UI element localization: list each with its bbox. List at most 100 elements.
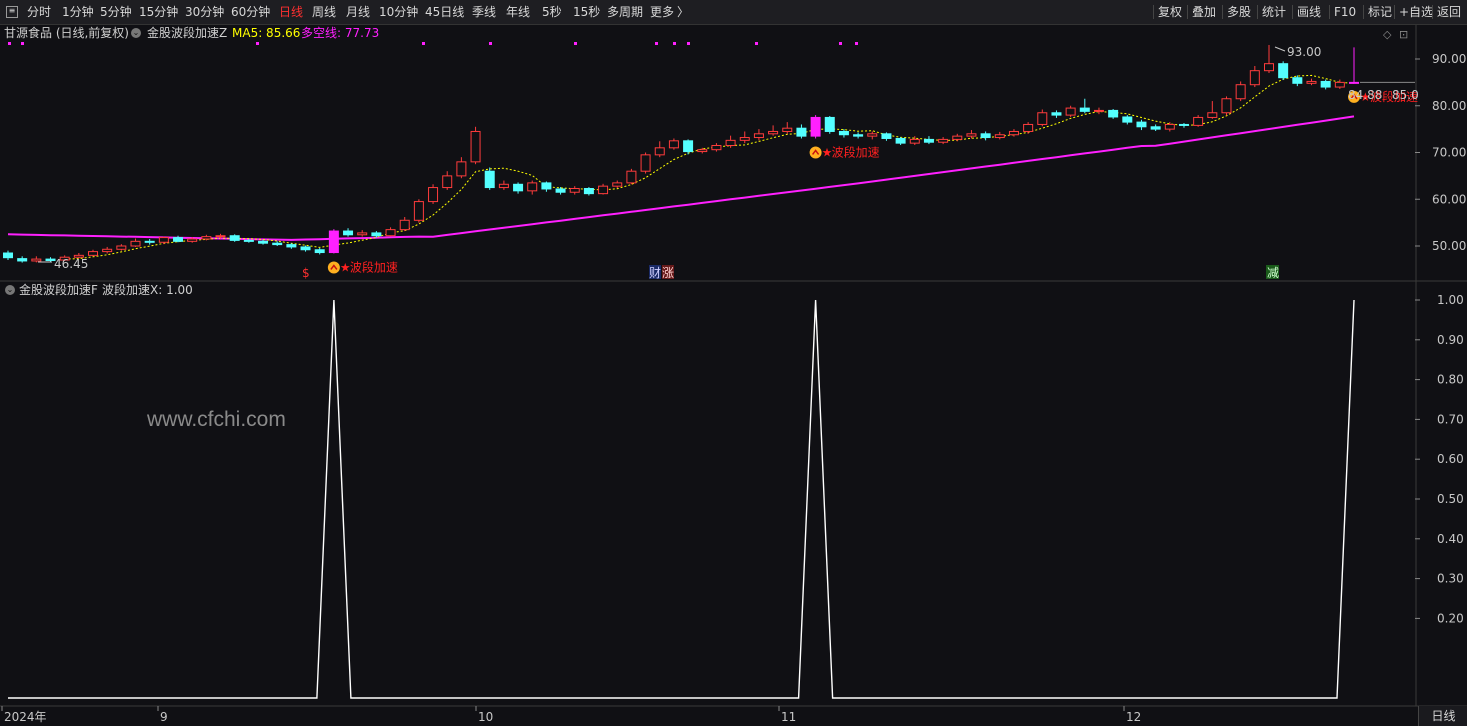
candle-body [413,201,424,221]
period-tab-6[interactable]: 日线 [279,0,303,24]
candle[interactable] [640,152,651,174]
ma5-value: MA5: 85.66 [232,26,301,40]
candle[interactable] [1235,81,1246,102]
candle-body [867,133,878,137]
signal-dot [256,42,259,45]
diamond-icon[interactable]: ◇ [1383,28,1391,41]
period-tab-13[interactable]: 5秒 [542,0,562,24]
toolbar-button-3[interactable]: 统计 [1262,0,1286,24]
osc-tick-label: 1.00 [1437,293,1464,307]
window-icon[interactable]: ⊡ [1399,28,1408,41]
candle-body [1263,63,1274,72]
candle-body [980,133,991,139]
candle[interactable] [810,115,821,139]
event-jian-badge[interactable]: 减 [1267,266,1279,280]
period-tab-12[interactable]: 年线 [506,0,530,24]
toolbar-button-2[interactable]: 多股 [1227,0,1251,24]
candle-body [243,239,254,242]
candle-body [1207,112,1218,118]
candle[interactable] [229,234,240,242]
osc-tick-label: 0.80 [1437,373,1464,387]
candle-body [498,183,509,189]
candle-body [1235,84,1246,100]
candle-body [158,237,169,243]
menu-icon[interactable]: ≡ [6,6,18,18]
candle[interactable] [484,167,495,190]
toolbar-divider [1222,5,1223,19]
period-tab-11[interactable]: 季线 [472,0,496,24]
main-indicator-name[interactable]: 金股波段加速Z [147,24,227,42]
candle-body [1122,116,1133,123]
candle-body [1136,121,1147,128]
period-tab-10[interactable]: 45日线 [425,0,464,24]
toolbar-button-8[interactable]: 返回 [1437,0,1461,24]
signal-dot [839,42,842,45]
main-info-bar: 甘源食品 (日线,前复权) ⌄ 金股波段加速Z MA5: 85.66 多空线: … [4,24,380,42]
signal-dot [574,42,577,45]
candle[interactable] [428,184,439,204]
stock-title[interactable]: 甘源食品 (日线,前复权) [4,24,129,42]
candle-body [102,248,113,253]
candle-body [484,170,495,189]
candle-body [272,242,283,246]
candle-body [1193,116,1204,126]
toolbar-divider [1292,5,1293,19]
candle[interactable] [413,199,424,223]
candle-body [1108,109,1119,118]
period-toolbar: ≡ 分时 1分钟 5分钟 15分钟 30分钟 60分钟 日线 周线 月线 10分钟 45日线 季线 年线 5… [0,0,1467,25]
osc-tick-label: 0.40 [1437,532,1464,546]
toolbar-button-7[interactable]: +自选 [1399,0,1433,24]
toolbar-divider [1363,5,1364,19]
period-label[interactable]: 日线 [1418,706,1467,726]
more-arrow-icon[interactable]: 〉 [677,0,689,24]
event-zhang-badge[interactable]: 涨 [662,265,674,280]
candle-body [442,175,453,189]
candle-body [881,133,892,139]
period-tab-1[interactable]: 1分钟 [62,0,94,24]
toolbar-button-6[interactable]: 标记 [1368,0,1392,24]
signal-dot [21,42,24,45]
period-tab-7[interactable]: 周线 [312,0,336,24]
candle-body [456,161,467,177]
period-tab-14[interactable]: 15秒 [573,0,600,24]
date-tick-label: 2024年 [4,710,47,724]
candle[interactable] [470,126,481,165]
candle-body [470,130,481,163]
event-dollar-badge[interactable]: $ [302,266,310,280]
candle[interactable] [328,229,339,254]
candle[interactable] [1221,96,1232,116]
event-cai-badge[interactable]: 财 [649,266,661,280]
sub-indicator-name[interactable]: 金股波段加速F [19,281,98,299]
candle[interactable] [1108,109,1119,119]
candle[interactable] [626,168,637,185]
toolbar-button-5[interactable]: F10 [1334,0,1356,24]
period-tab-16[interactable]: 更多 [650,0,674,24]
low-price-label: 46.45 [54,257,88,271]
candle-body [654,147,665,156]
candle-body [527,182,538,192]
period-tab-0[interactable]: 分时 [27,0,51,24]
candle-body [966,133,977,137]
signal-dot [755,42,758,45]
toolbar-button-1[interactable]: 叠加 [1192,0,1216,24]
toolbar-button-4[interactable]: 画线 [1297,0,1321,24]
osc-tick-label: 0.50 [1437,492,1464,506]
toolbar-button-0[interactable]: 复权 [1158,0,1182,24]
period-tab-9[interactable]: 10分钟 [379,0,418,24]
period-tab-8[interactable]: 月线 [346,0,370,24]
candle-body [357,232,368,236]
sub-indicator-value: 波段加速X: 1.00 [102,283,193,297]
period-tab-5[interactable]: 60分钟 [231,0,270,24]
period-tab-3[interactable]: 15分钟 [139,0,178,24]
period-tab-2[interactable]: 5分钟 [100,0,132,24]
toolbar-divider [1257,5,1258,19]
period-tab-4[interactable]: 30分钟 [185,0,224,24]
candle-body [640,154,651,172]
candle-body [824,116,835,132]
candle[interactable] [824,116,835,134]
candle-body [229,235,240,241]
signal-dot [422,42,425,45]
candle[interactable] [1278,61,1289,81]
period-tab-15[interactable]: 多周期 [607,0,643,24]
chart-area[interactable]: 90.00 80.00 70.00 60.00 50.00 1.00 0.90 0.80 0.7… [0,0,1467,726]
